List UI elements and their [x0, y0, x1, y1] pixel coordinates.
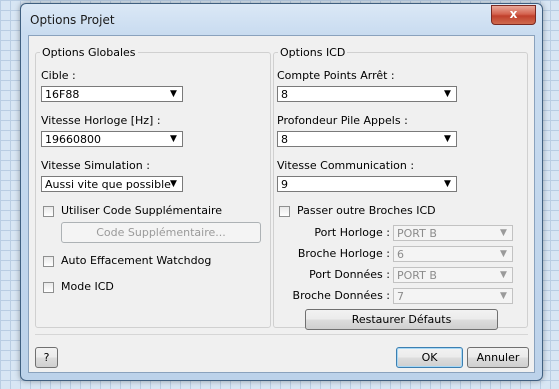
clock-speed-select[interactable]: 19660800 ▼	[41, 131, 183, 147]
clock-pin-value: 6	[397, 248, 404, 261]
chevron-down-icon: ▼	[500, 249, 507, 259]
breakpoints-label: Compte Points Arrêt :	[277, 69, 395, 82]
data-port-value: PORT B	[397, 269, 437, 282]
clock-pin-select[interactable]: 6 ▼	[393, 246, 513, 262]
help-button[interactable]: ?	[35, 347, 58, 368]
close-icon: x	[509, 7, 518, 21]
breakpoints-select[interactable]: 8 ▼	[277, 86, 457, 102]
extra-code-checkbox[interactable]	[43, 206, 54, 217]
restore-defaults-button[interactable]: Restaurer Défauts	[305, 309, 498, 330]
data-port-label: Port Données :	[309, 268, 390, 281]
chevron-down-icon: ▼	[444, 179, 451, 189]
target-value: 16F88	[45, 88, 80, 101]
stack-depth-select[interactable]: 8 ▼	[277, 131, 457, 147]
chevron-down-icon: ▼	[170, 89, 177, 99]
target-select[interactable]: 16F88 ▼	[41, 86, 183, 102]
options-dialog: Options Projet x Options Globales Cible …	[20, 3, 543, 381]
chevron-down-icon: ▼	[500, 291, 507, 301]
global-options-legend: Options Globales	[42, 46, 136, 59]
chevron-down-icon: ▼	[170, 134, 177, 144]
chevron-down-icon: ▼	[500, 228, 507, 238]
icd-mode-label[interactable]: Mode ICD	[61, 280, 114, 293]
clock-port-value: PORT B	[397, 227, 437, 240]
data-pin-value: 7	[397, 290, 404, 303]
icd-mode-checkbox[interactable]	[43, 282, 54, 293]
watchdog-label[interactable]: Auto Effacement Watchdog	[61, 254, 211, 267]
chevron-down-icon: ▼	[444, 89, 451, 99]
clock-port-label: Port Horloge :	[314, 226, 390, 239]
extra-code-button[interactable]: Code Supplémentaire...	[61, 222, 261, 243]
footer-divider	[35, 334, 528, 335]
stack-depth-value: 8	[281, 133, 288, 146]
data-pin-select[interactable]: 7 ▼	[393, 288, 513, 304]
bypass-pins-label[interactable]: Passer outre Broches ICD	[297, 204, 436, 217]
comm-speed-label: Vitesse Communication :	[277, 159, 415, 172]
clock-pin-label: Broche Horloge :	[297, 247, 390, 260]
sim-speed-label: Vitesse Simulation :	[41, 159, 150, 172]
clock-speed-label: Vitesse Horloge [Hz] :	[41, 114, 161, 127]
extra-code-label[interactable]: Utiliser Code Supplémentaire	[61, 204, 222, 217]
chevron-down-icon: ▼	[500, 270, 507, 280]
target-label: Cible :	[41, 69, 76, 82]
sim-speed-value: Aussi vite que possible	[45, 178, 171, 191]
stack-depth-label: Profondeur Pile Appels :	[277, 114, 408, 127]
clock-port-select[interactable]: PORT B ▼	[393, 225, 513, 241]
watchdog-checkbox[interactable]	[43, 256, 54, 267]
data-port-select[interactable]: PORT B ▼	[393, 267, 513, 283]
title-bar[interactable]: Options Projet x	[21, 4, 542, 34]
comm-speed-select[interactable]: 9 ▼	[277, 176, 457, 192]
clock-speed-value: 19660800	[45, 133, 101, 146]
dialog-body: Options Globales Cible : 16F88 ▼ Vitesse…	[28, 35, 535, 373]
breakpoints-value: 8	[281, 88, 288, 101]
chevron-down-icon: ▼	[444, 134, 451, 144]
icd-options-legend: Options ICD	[280, 46, 346, 59]
dialog-title: Options Projet	[30, 13, 115, 27]
help-icon: ?	[43, 351, 50, 364]
sim-speed-select[interactable]: Aussi vite que possible ▼	[41, 176, 183, 192]
data-pin-label: Broche Données :	[292, 289, 390, 302]
chevron-down-icon: ▼	[170, 179, 177, 189]
close-button[interactable]: x	[491, 5, 536, 25]
cancel-button[interactable]: Annuler	[467, 347, 529, 368]
bypass-pins-checkbox[interactable]	[279, 206, 290, 217]
ok-button[interactable]: OK	[396, 347, 463, 368]
comm-speed-value: 9	[281, 178, 288, 191]
